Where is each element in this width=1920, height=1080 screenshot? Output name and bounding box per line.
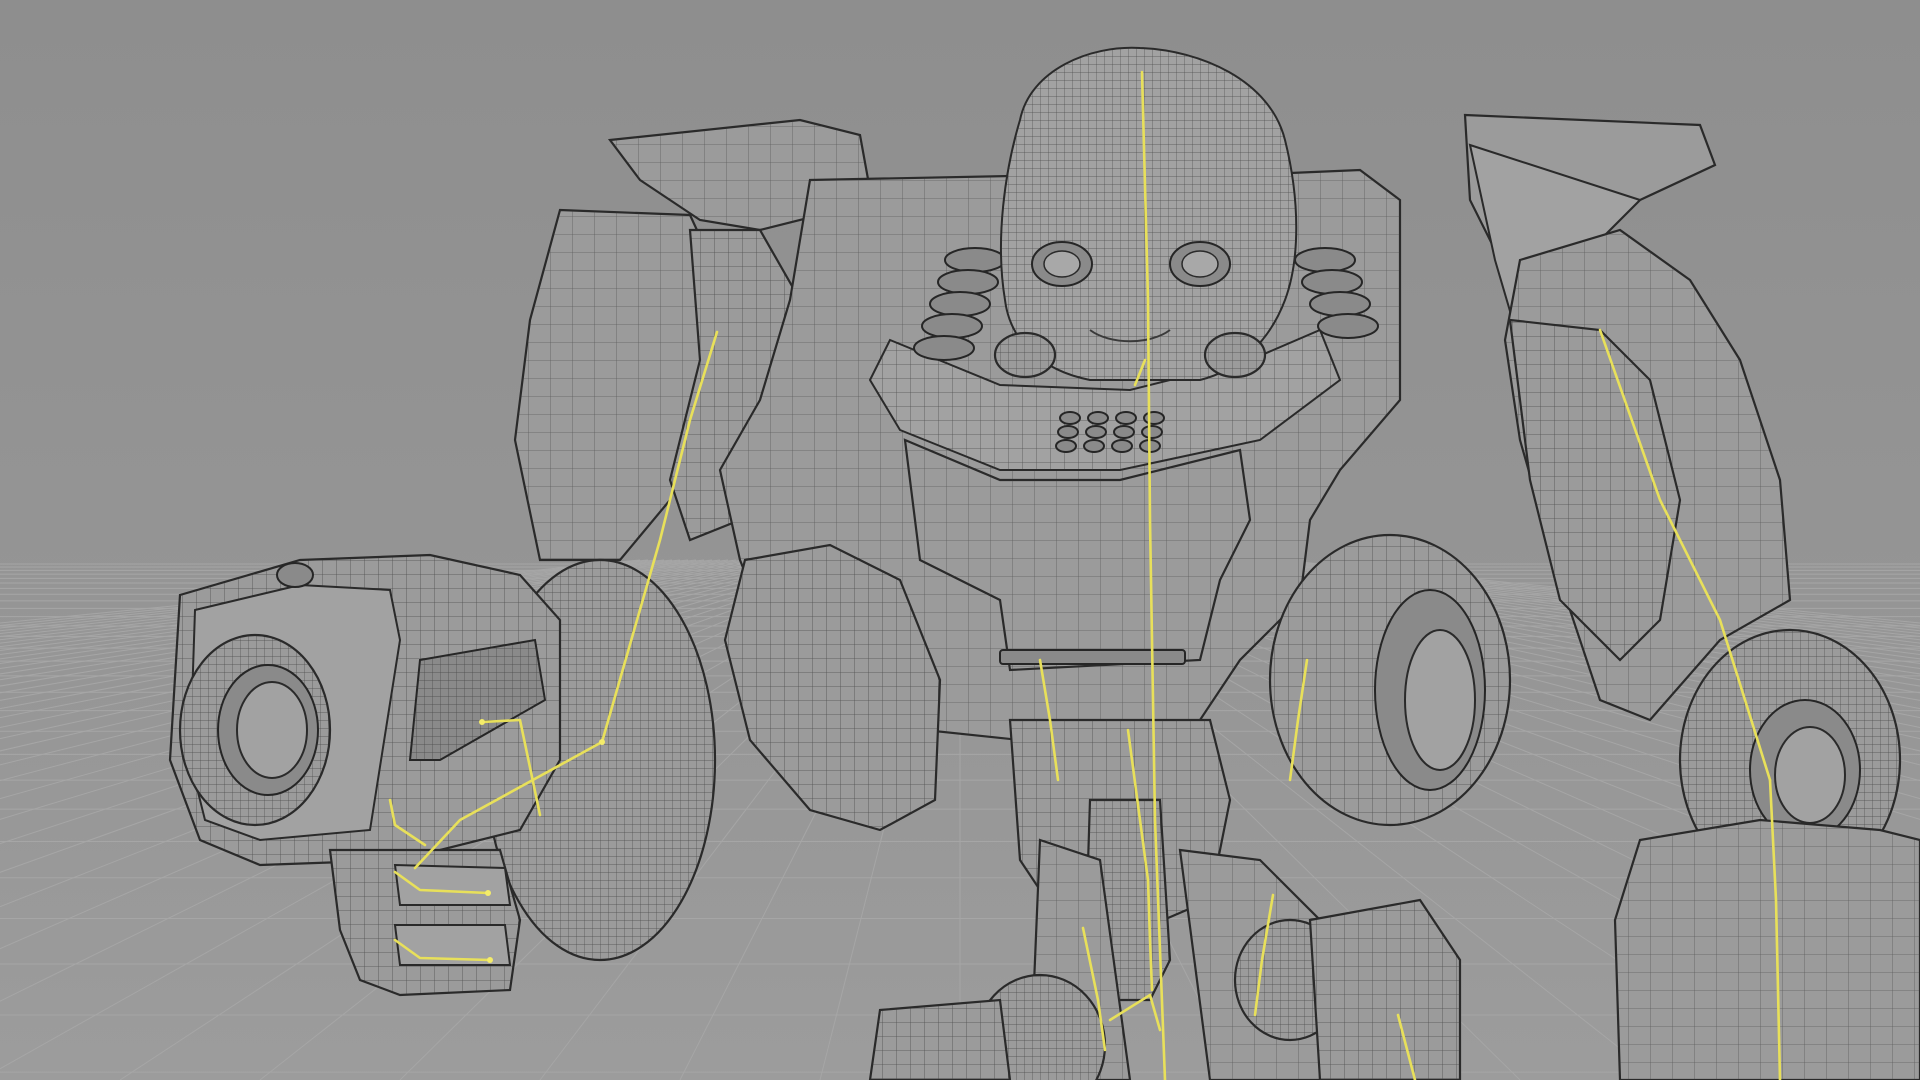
arm-cannon[interactable] — [168, 553, 562, 997]
right-arm[interactable] — [1463, 113, 1920, 1080]
3d-viewport[interactable] — [0, 0, 1920, 1080]
viewport-canvas[interactable] — [0, 0, 1920, 1080]
hip-wheel-right[interactable] — [1268, 533, 1512, 827]
